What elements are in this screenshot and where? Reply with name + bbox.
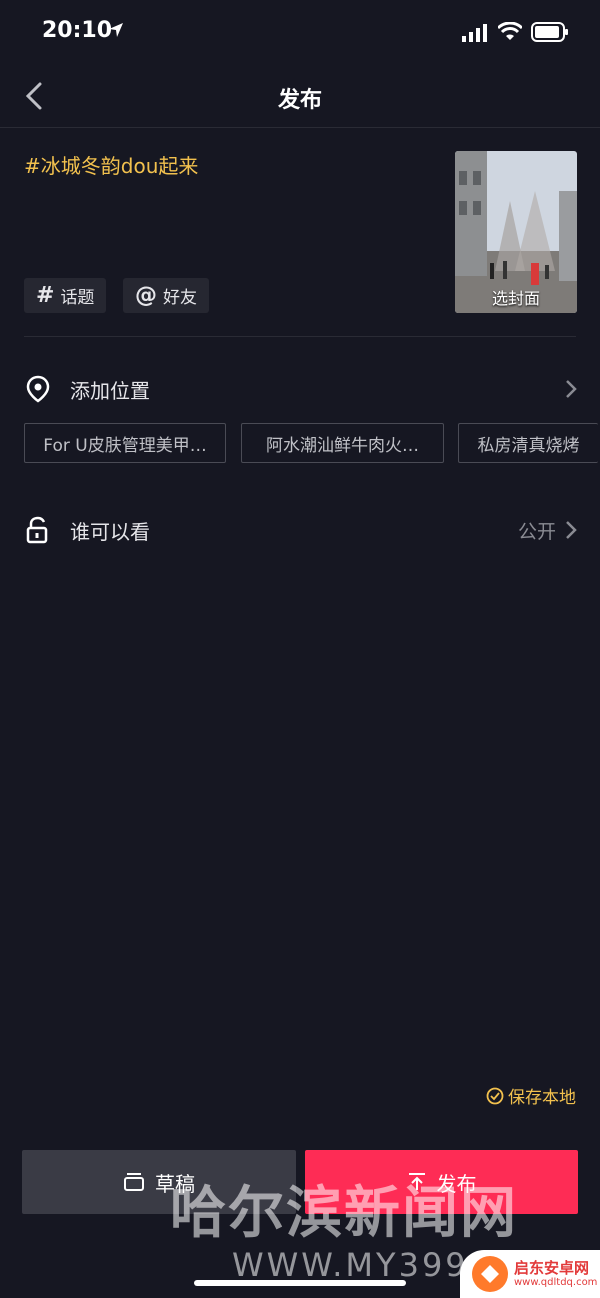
location-suggestions: For U皮肤管理美甲… 阿水潮汕鲜牛肉火… 私房清真烧烤 xyxy=(0,423,600,464)
nav-bar: 发布 xyxy=(0,64,600,128)
save-local-toggle[interactable]: 保存本地 xyxy=(486,1083,576,1108)
cellular-signal-icon xyxy=(462,24,487,42)
visibility-row[interactable]: 谁可以看 公开 xyxy=(0,508,600,552)
at-icon: @ xyxy=(135,283,157,308)
location-chip[interactable]: 私房清真烧烤 xyxy=(458,423,598,463)
visibility-value: 公开 xyxy=(517,521,556,543)
site-logo-icon xyxy=(472,1256,508,1292)
cover-thumbnail[interactable]: 选封面 xyxy=(455,151,577,313)
location-arrow-icon xyxy=(109,23,123,37)
chevron-right-icon xyxy=(566,380,577,398)
location-chip[interactable]: 阿水潮汕鲜牛肉火… xyxy=(241,423,444,463)
watermark-text: 哈尔滨新闻网 xyxy=(170,1181,518,1246)
status-time: 20:10 xyxy=(42,18,113,43)
topic-button-label: 话题 xyxy=(60,288,95,308)
hashtag-icon: # xyxy=(36,283,55,308)
visibility-label: 谁可以看 xyxy=(70,520,150,544)
select-cover-label: 选封面 xyxy=(491,289,540,308)
site-logo-name: 启东安卓网 xyxy=(514,1259,590,1278)
chevron-right-icon xyxy=(566,521,577,539)
site-logo-url: www.qdltdq.com xyxy=(514,1276,598,1288)
home-indicator[interactable] xyxy=(194,1280,406,1286)
topic-button[interactable]: # 话题 xyxy=(24,278,107,313)
check-circle-icon xyxy=(486,1087,504,1104)
draft-box-icon xyxy=(124,1173,144,1191)
page-title: 发布 xyxy=(277,88,322,113)
friend-button-label: 好友 xyxy=(163,288,197,308)
unlock-icon xyxy=(26,516,48,544)
add-location-label: 添加位置 xyxy=(70,379,150,403)
battery-icon xyxy=(531,22,568,42)
caption-input[interactable]: #冰城冬韵dou起来 xyxy=(24,150,198,179)
location-chip[interactable]: For U皮肤管理美甲… xyxy=(24,423,226,463)
add-location-row[interactable]: 添加位置 xyxy=(0,367,600,411)
mention-friend-button[interactable]: @ 好友 xyxy=(123,278,209,313)
save-local-label: 保存本地 xyxy=(508,1088,576,1108)
wifi-icon xyxy=(498,22,522,40)
site-logo: 启东安卓网 www.qdltdq.com xyxy=(460,1250,600,1298)
status-bar: 20:10 xyxy=(0,0,600,64)
divider xyxy=(24,336,576,337)
location-pin-icon xyxy=(26,375,50,403)
